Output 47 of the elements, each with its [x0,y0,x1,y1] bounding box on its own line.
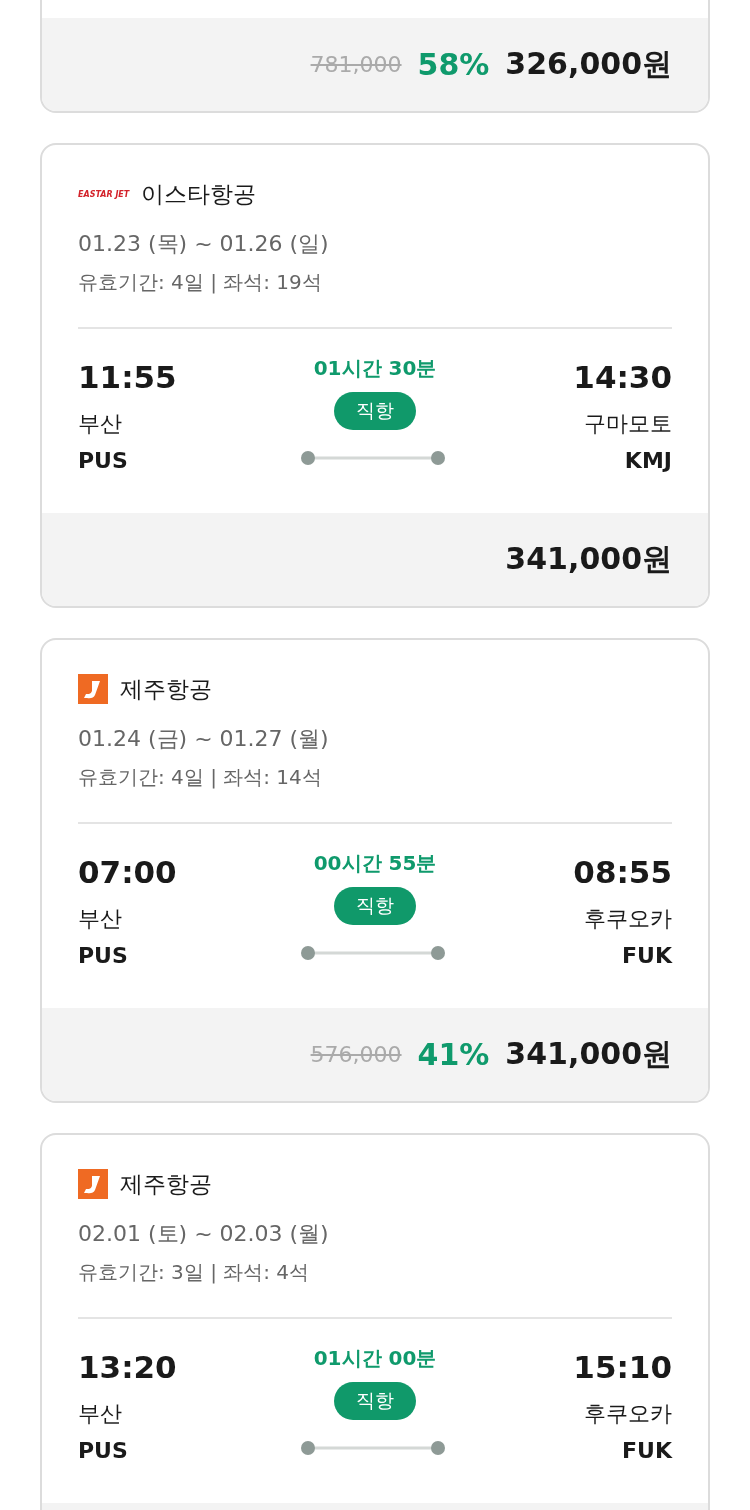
travel-dates: 01.24 (금) ~ 01.27 (월) [78,725,330,753]
departure-code: PUS [78,1438,128,1463]
arrival-code: FUK [622,1438,672,1463]
validity-seats: 유효기간: 4일 | 좌석: 19석 [78,269,672,296]
arrival-code: FUK [622,943,672,968]
airline-name: 제주항공 [120,674,212,704]
arrival-time: 14:30 [573,359,672,395]
departure-code: PUS [78,448,128,473]
departure-city: 부산 [78,410,122,438]
departure-time: 07:00 [78,854,177,890]
arrival-city: 후쿠오카 [584,1400,672,1428]
departure-code: PUS [78,943,128,968]
price: 341,000원 [505,540,672,578]
price: 341,000원 [505,1035,672,1073]
departure-city: 부산 [78,905,122,933]
price: 326,000원 [505,45,672,83]
flight-duration: 00시간 55분 [313,850,437,877]
airline-logo-icon [78,1169,108,1199]
departure-city: 부산 [78,1400,122,1428]
flight-card[interactable]: 제주항공 01.24 (금) ~ 01.27 (월) 유효기간: 4일 | 좌석: 14석 07:00 부산 PUS 00시간 55분 직항 08:55 후쿠오카 FUK 576,000 41% 341,000원 [40,638,710,1103]
arrival-time: 15:10 [573,1349,672,1385]
discount-rate: 58% [417,47,490,82]
arrival-time: 08:55 [573,854,672,890]
flight-duration: 01시간 30분 [313,355,437,382]
flight-card[interactable]: 781,000 58% 326,000원 [40,0,710,113]
original-price: 576,000 [310,1042,402,1067]
direct-badge: 직항 [334,392,416,430]
direct-badge: 직항 [334,1382,416,1420]
airline-logo-icon [78,674,108,704]
airline-name: 이스타항공 [141,179,257,209]
validity-seats: 유효기간: 4일 | 좌석: 14석 [78,764,672,791]
airline-name: 제주항공 [120,1169,212,1199]
validity-seats: 유효기간: 3일 | 좌석: 4석 [78,1259,672,1286]
travel-dates: 02.01 (토) ~ 02.03 (월) [78,1220,330,1248]
arrival-code: KMJ [624,448,672,473]
direct-badge: 직항 [334,887,416,925]
flight-card[interactable]: 제주항공 02.01 (토) ~ 02.03 (월) 유효기간: 3일 | 좌석: 4석 13:20 부산 PUS 01시간 00분 직항 15:10 후쿠오카 FUK [40,1133,710,1510]
original-price: 781,000 [310,52,402,77]
arrival-city: 구마모토 [584,410,672,438]
flight-duration: 01시간 00분 [313,1345,437,1372]
airline-logo: EASTAR JET [78,189,130,199]
travel-dates: 01.23 (목) ~ 01.26 (일) [78,230,330,258]
discount-rate: 41% [417,1037,490,1072]
departure-time: 13:20 [78,1349,177,1385]
flight-card[interactable]: EASTAR JET 이스타항공 01.23 (목) ~ 01.26 (일) 유효기간: 4일 | 좌석: 19석 11:55 부산 PUS 01시간 30분 직항 14:30 구마모토 KMJ 341,000원 [40,143,710,608]
departure-time: 11:55 [78,359,177,395]
arrival-city: 후쿠오카 [584,905,672,933]
